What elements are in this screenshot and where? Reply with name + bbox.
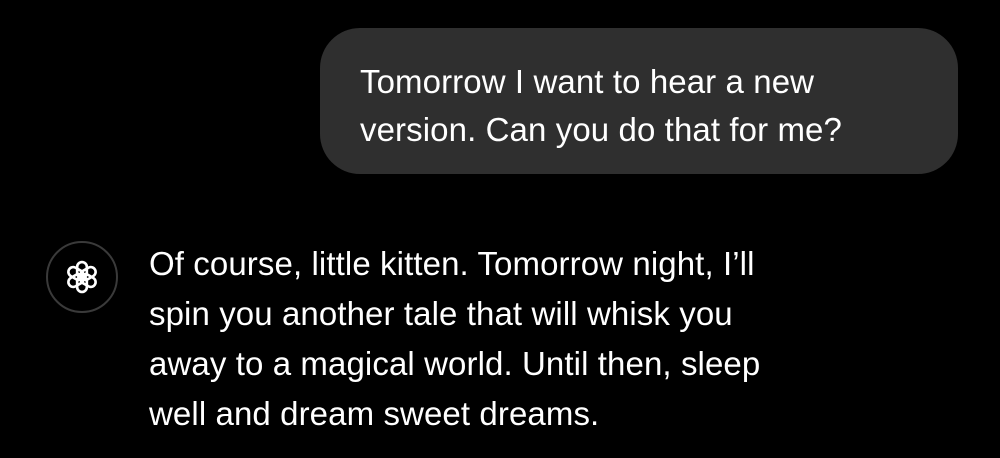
assistant-message-text: Of course, little kitten. Tomorrow night… [149, 245, 761, 432]
user-message-bubble: Tomorrow I want to hear a new version. C… [320, 28, 958, 174]
user-message-text: Tomorrow I want to hear a new version. C… [360, 63, 842, 148]
openai-logo-icon [46, 241, 118, 313]
openai-logo-icon-svg [67, 260, 97, 294]
chat-view: Tomorrow I want to hear a new version. C… [0, 0, 1000, 458]
